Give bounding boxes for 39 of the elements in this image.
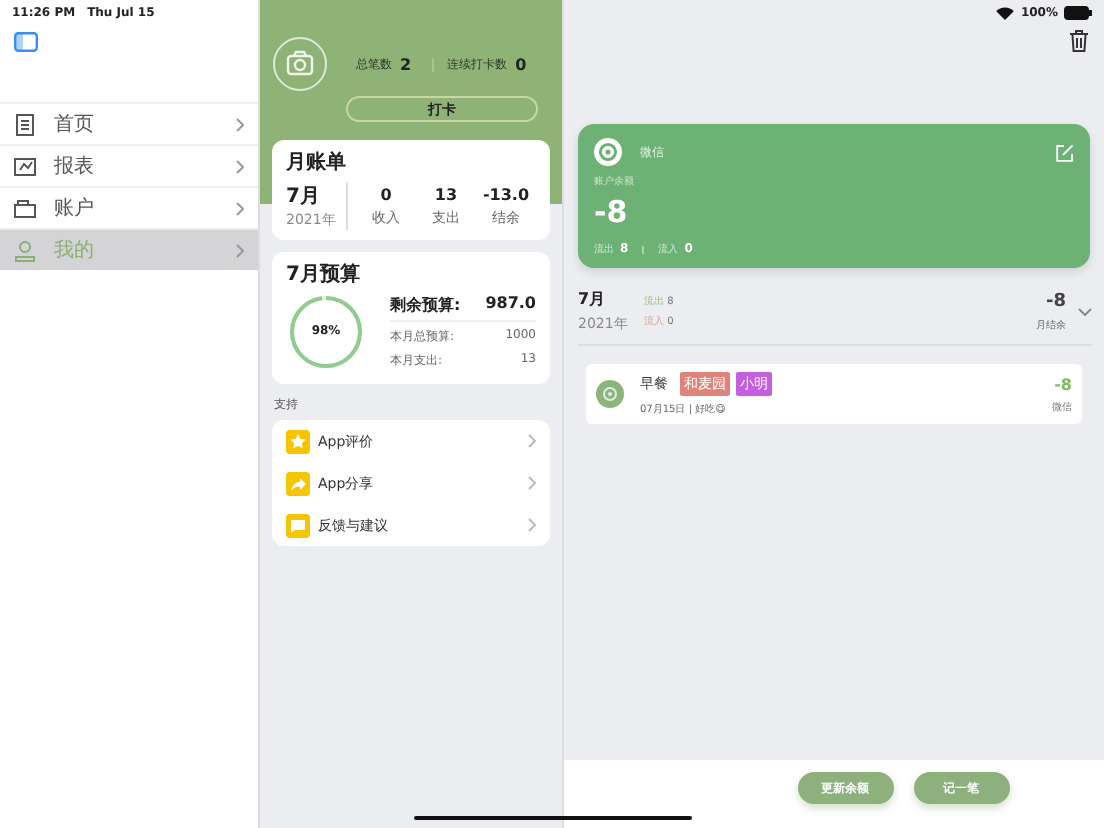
month-balance: -8 [1046, 291, 1066, 311]
share-icon [286, 471, 310, 495]
sidebar-toggle-icon[interactable] [14, 32, 38, 52]
user-icon [14, 239, 36, 261]
chevron-right-icon [236, 243, 244, 257]
chevron-right-icon [236, 201, 244, 215]
remaining-value: 987.0 [485, 294, 536, 316]
trash-icon[interactable] [1070, 30, 1088, 52]
streak-count: 0 [515, 55, 527, 73]
wifi-icon [996, 5, 1015, 19]
stat-value: -13.0 [482, 185, 530, 203]
sidebar-item[interactable]: 首页 [0, 102, 258, 144]
sidebar-item[interactable]: 报表 [0, 144, 258, 186]
camera-icon[interactable] [272, 36, 328, 92]
battery-icon [1064, 5, 1092, 19]
transaction-amount: -8 [1054, 375, 1072, 393]
category-icon [596, 380, 624, 408]
card-title: 月账单 [286, 149, 348, 176]
chevron-icon [1078, 307, 1092, 315]
account-balance: -8 [594, 194, 630, 230]
edit-icon[interactable] [1056, 143, 1074, 161]
card-title: 7月预算 [286, 261, 362, 288]
chevron-right-icon [528, 476, 536, 490]
summary-month: 7月 [578, 288, 608, 310]
chevron-right-icon [528, 518, 536, 532]
stat-value: 13 [434, 185, 458, 203]
bill-month: 7月 [286, 184, 322, 210]
wechat-logo-icon [594, 138, 622, 166]
chart-icon [14, 155, 36, 177]
star-icon [286, 429, 310, 453]
wallet-icon [14, 197, 36, 219]
stat-value: 0 [380, 185, 392, 203]
chevron-right-icon [236, 117, 244, 131]
chat-icon [286, 513, 310, 537]
total-count: 2 [400, 55, 412, 73]
chevron-right-icon [236, 159, 244, 173]
chevron-right-icon [528, 434, 536, 448]
remaining-label: 剩余预算: [390, 294, 461, 316]
document-icon [14, 113, 36, 135]
